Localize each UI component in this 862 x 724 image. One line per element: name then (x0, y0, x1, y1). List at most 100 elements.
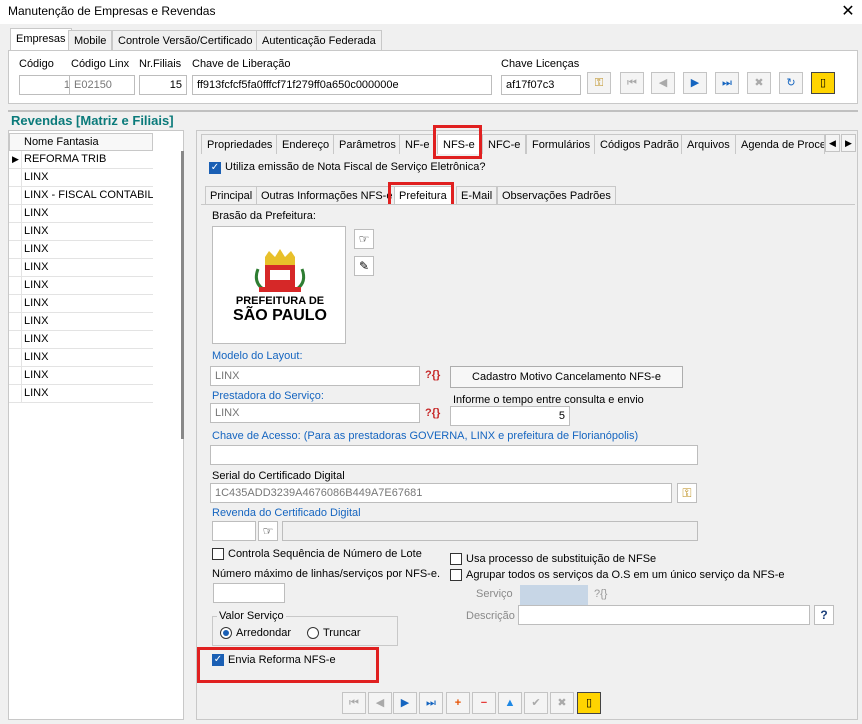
tab-arquivos[interactable]: Arquivos (681, 134, 736, 154)
agrupar-label: Agrupar todos os serviços da O.S em um ú… (466, 569, 785, 581)
servico-help-icon[interactable]: ?{} (594, 588, 607, 600)
modelo-layout-field[interactable]: LINX (210, 366, 420, 386)
bottom-delete-icon[interactable]: − (472, 692, 496, 714)
tab-nfe[interactable]: NF-e (399, 134, 436, 154)
bottom-exit-door-icon[interactable]: ▯ (577, 692, 601, 714)
list-item[interactable]: LINX (9, 205, 153, 223)
codigo-linx-field[interactable]: E02150 (69, 75, 135, 95)
agrupar-checkbox[interactable] (450, 569, 462, 581)
bottom-last-icon[interactable]: ⏭ (419, 692, 443, 714)
codigo-label: Código (19, 58, 54, 70)
arredondar-label: Arredondar (236, 627, 292, 639)
exit-door-icon[interactable]: ▯ (811, 72, 835, 94)
utiliza-nfse-checkbox[interactable]: ✓ (209, 162, 221, 174)
subtab-email[interactable]: E-Mail (456, 186, 498, 204)
key-icon[interactable]: ⚿ (587, 72, 611, 94)
usa-substituicao-checkbox[interactable] (450, 553, 462, 565)
brasao-image[interactable]: PREFEITURA DE SÃO PAULO (212, 226, 346, 344)
tab-controle-versao[interactable]: Controle Versão/Certificado (112, 30, 259, 50)
list-item-label: LINX (24, 297, 49, 309)
bottom-confirm-icon[interactable]: ✔ (524, 692, 548, 714)
controla-lote-checkbox[interactable] (212, 548, 224, 560)
tab-propriedades[interactable]: Propriedades (201, 134, 279, 154)
tab-autenticacao-federada[interactable]: Autenticação Federada (256, 30, 382, 50)
list-item-label: LINX (24, 315, 49, 327)
modelo-help-icon[interactable]: ?{} (425, 369, 440, 381)
list-item[interactable]: LINX (9, 241, 153, 259)
next-record-icon[interactable]: ▶ (683, 72, 707, 94)
list-item[interactable]: LINX (9, 367, 153, 385)
list-item[interactable]: LINX (9, 259, 153, 277)
list-item-label: LINX (24, 279, 49, 291)
truncar-radio[interactable] (307, 627, 319, 639)
tab-scroll-left-icon[interactable]: ◀ (825, 134, 840, 152)
list-item[interactable]: LINX (9, 169, 153, 187)
cadastro-motivo-button[interactable]: Cadastro Motivo Cancelamento NFS-e (450, 366, 683, 388)
close-icon[interactable]: ✕ (836, 1, 860, 23)
list-header-nome-fantasia[interactable]: Nome Fantasia (9, 133, 153, 151)
tab-formularios[interactable]: Formulários (526, 134, 597, 154)
subtab-observacoes[interactable]: Observações Padrões (497, 186, 616, 204)
codigo-linx-label: Código Linx (71, 58, 130, 70)
tab-mobile[interactable]: Mobile (68, 30, 113, 50)
prev-record-icon[interactable]: ◀ (651, 72, 675, 94)
bottom-prev-icon[interactable]: ◀ (368, 692, 392, 714)
list-item-label: LINX (24, 171, 49, 183)
last-record-icon[interactable]: ⏭ (715, 72, 739, 94)
modelo-layout-label: Modelo do Layout: (212, 350, 303, 362)
tab-empresas[interactable]: Empresas (10, 28, 72, 50)
subtab-principal[interactable]: Principal (205, 186, 258, 204)
list-item[interactable]: LINX - FISCAL CONTABIL - (9, 187, 153, 205)
tab-endereco[interactable]: Endereço (276, 134, 336, 154)
codigo-field[interactable]: 1 (19, 75, 75, 95)
serial-field[interactable]: 1C435ADD3239A4676086B449A7E67681 (210, 483, 672, 503)
bottom-add-icon[interactable]: + (446, 692, 470, 714)
list-item[interactable]: LINX (9, 313, 153, 331)
list-item[interactable]: ▶ REFORMA TRIB (9, 151, 153, 169)
list-item[interactable]: LINX (9, 295, 153, 313)
chave-liberacao-field[interactable]: ff913fcfcf5fa0fffcf71f279ff0a650c000000e (192, 75, 492, 95)
list-item-label: LINX (24, 387, 49, 399)
controla-lote-label: Controla Sequência de Número de Lote (228, 548, 422, 560)
subtab-outras-informacoes[interactable]: Outras Informações NFS-e (256, 186, 398, 204)
numero-max-field[interactable] (213, 583, 285, 603)
list-item-label: LINX (24, 225, 49, 237)
descricao-help-icon[interactable]: ? (814, 605, 834, 625)
tab-agenda-processos[interactable]: Agenda de Proces (735, 134, 825, 154)
valor-servico-label: Valor Serviço (217, 610, 286, 622)
chave-acesso-field[interactable] (210, 445, 698, 465)
first-record-icon[interactable]: ⏮ (620, 72, 644, 94)
list-item[interactable]: LINX (9, 385, 153, 403)
list-item[interactable]: LINX (9, 331, 153, 349)
prestadora-help-icon[interactable]: ?{} (425, 407, 440, 419)
tab-nfce[interactable]: NFC-e (482, 134, 527, 154)
revenda-cert-code-field[interactable] (212, 521, 256, 541)
cancel-icon[interactable]: ✖ (747, 72, 771, 94)
chave-licencas-field[interactable]: af17f07c3 (501, 75, 581, 95)
nr-filiais-field[interactable]: 15 (139, 75, 187, 95)
utiliza-nfse-label: Utiliza emissão de Nota Fiscal de Serviç… (225, 161, 486, 173)
refresh-icon[interactable]: ↻ (779, 72, 803, 94)
list-item-label: LINX (24, 261, 49, 273)
tab-codigos-padrao[interactable]: Códigos Padrão (594, 134, 685, 154)
serial-key-icon[interactable]: ⚿ (677, 483, 697, 503)
tempo-field[interactable]: 5 (450, 406, 570, 426)
list-item[interactable]: LINX (9, 277, 153, 295)
tab-scroll-right-icon[interactable]: ▶ (841, 134, 856, 152)
bottom-edit-icon[interactable]: ▲ (498, 692, 522, 714)
title-bar: Manutenção de Empresas e Revendas ✕ (0, 0, 862, 24)
load-image-hand-icon[interactable]: ☞ (354, 229, 374, 249)
bottom-next-icon[interactable]: ▶ (393, 692, 417, 714)
prestadora-field[interactable]: LINX (210, 403, 420, 423)
arredondar-radio[interactable] (220, 627, 232, 639)
list-item[interactable]: LINX (9, 349, 153, 367)
revenda-cert-lookup-hand-icon[interactable]: ☞ (258, 521, 278, 541)
tab-parametros[interactable]: Parâmetros (333, 134, 402, 154)
highlight-envia-reforma (197, 647, 379, 683)
list-scrollbar[interactable] (181, 151, 184, 439)
bottom-first-icon[interactable]: ⏮ (342, 692, 366, 714)
clear-image-eraser-icon[interactable]: ✎ (354, 256, 374, 276)
bottom-cancel-icon[interactable]: ✖ (550, 692, 574, 714)
servico-field (520, 585, 588, 605)
list-item[interactable]: LINX (9, 223, 153, 241)
